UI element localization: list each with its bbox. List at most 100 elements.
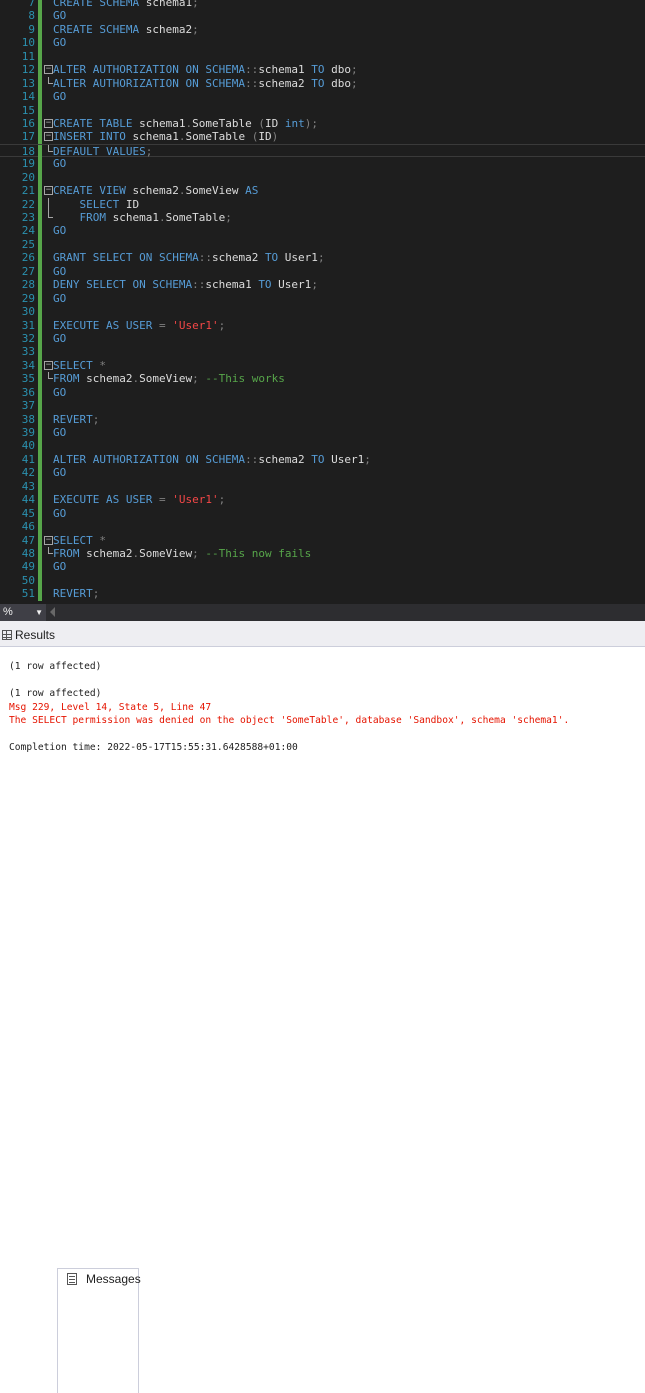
code-line[interactable]: 43	[0, 479, 645, 494]
collapse-icon[interactable]: −	[44, 65, 53, 75]
code-text[interactable]: ALTER AUTHORIZATION ON SCHEMA::schema1 T…	[53, 63, 358, 76]
code-text[interactable]: GO	[53, 426, 66, 439]
collapse-icon[interactable]: −	[44, 535, 53, 545]
code-line[interactable]: 32 GO	[0, 331, 645, 346]
code-line[interactable]: 29 GO	[0, 291, 645, 306]
results-tab-strip: Results Messages	[0, 621, 645, 1393]
code-line[interactable]: 7 CREATE SCHEMA schema1;	[0, 0, 645, 10]
code-line[interactable]: 45 GO	[0, 506, 645, 521]
code-text[interactable]: FROM schema2.SomeView; --This now fails	[53, 547, 311, 560]
code-line[interactable]: 40	[0, 439, 645, 453]
line-number: 40	[21, 439, 35, 453]
code-line[interactable]: 41 ALTER AUTHORIZATION ON SCHEMA::schema2…	[0, 452, 645, 467]
code-line[interactable]: 12− ALTER AUTHORIZATION ON SCHEMA::schema…	[0, 63, 645, 77]
code-line[interactable]: 21− CREATE VIEW schema2.SomeView AS	[0, 184, 645, 198]
code-line[interactable]: 15	[0, 103, 645, 117]
code-text[interactable]: GO	[53, 386, 66, 399]
code-text[interactable]: CREATE SCHEMA schema2;	[53, 23, 199, 36]
code-text[interactable]: GO	[53, 292, 66, 305]
editor-lines[interactable]: 7 CREATE SCHEMA schema1; 8 GO 9 CREATE SCHEMA…	[0, 0, 645, 601]
code-line[interactable]: 22 SELECT ID	[0, 197, 645, 211]
code-line[interactable]: 44 EXECUTE AS USER = 'User1';	[0, 493, 645, 507]
code-text[interactable]: CREATE SCHEMA schema1;	[53, 0, 199, 9]
sql-editor[interactable]: 7 CREATE SCHEMA schema1; 8 GO 9 CREATE SCHEMA…	[0, 0, 645, 604]
code-text[interactable]: GO	[53, 9, 66, 22]
collapse-icon[interactable]: −	[44, 132, 53, 142]
collapse-icon[interactable]: −	[44, 360, 53, 370]
tab-results[interactable]: Results	[0, 625, 56, 647]
code-text[interactable]: INSERT INTO schema1.SomeTable (ID)	[53, 130, 278, 143]
line-number: 29	[21, 291, 35, 305]
code-text[interactable]: SELECT *	[53, 534, 106, 547]
code-text[interactable]: ALTER AUTHORIZATION ON SCHEMA::schema2 T…	[53, 77, 358, 90]
code-line[interactable]: 8 GO	[0, 9, 645, 23]
code-text[interactable]: ALTER AUTHORIZATION ON SCHEMA::schema2 T…	[53, 453, 371, 466]
code-text[interactable]: FROM schema2.SomeView; --This works	[53, 372, 285, 385]
line-number: 25	[21, 237, 35, 251]
code-text[interactable]: DEFAULT VALUES;	[53, 145, 152, 158]
code-text[interactable]: GO	[53, 90, 66, 103]
code-line[interactable]: 14 GO	[0, 90, 645, 104]
code-text[interactable]: FROM schema1.SomeTable;	[53, 211, 232, 224]
code-line[interactable]: 27 GO	[0, 264, 645, 279]
code-text[interactable]: GO	[53, 265, 66, 278]
code-text[interactable]: CREATE TABLE schema1.SomeTable (ID int);	[53, 117, 318, 130]
messages-pane[interactable]: (1 row affected) (1 row affected) Msg 22…	[0, 647, 645, 772]
code-text[interactable]: GO	[53, 36, 66, 49]
code-line[interactable]: 38 REVERT;	[0, 412, 645, 426]
code-line[interactable]: 37	[0, 399, 645, 413]
code-line[interactable]: 25	[0, 237, 645, 252]
code-text[interactable]: GO	[53, 466, 66, 479]
code-line[interactable]: 10 GO	[0, 36, 645, 50]
code-line[interactable]: 9 CREATE SCHEMA schema2;	[0, 22, 645, 37]
code-line[interactable]: 20	[0, 170, 645, 185]
code-line[interactable]: 50	[0, 573, 645, 588]
code-line[interactable]: 48 FROM schema2.SomeView; --This now fail…	[0, 546, 645, 561]
code-line[interactable]: 42 GO	[0, 466, 645, 480]
code-text[interactable]: CREATE VIEW schema2.SomeView AS	[53, 184, 258, 197]
code-text[interactable]: REVERT;	[53, 587, 99, 600]
code-text[interactable]: GO	[53, 507, 66, 520]
code-text[interactable]: GO	[53, 332, 66, 345]
code-text[interactable]: SELECT ID	[53, 198, 140, 211]
code-line[interactable]: 33	[0, 345, 645, 359]
code-line[interactable]: 34− SELECT *	[0, 358, 645, 373]
change-marker	[38, 130, 42, 144]
change-marker	[38, 520, 42, 534]
collapse-icon[interactable]: −	[44, 186, 53, 196]
code-line[interactable]: 36 GO	[0, 385, 645, 400]
code-line[interactable]: 51 REVERT;	[0, 587, 645, 601]
code-text[interactable]: REVERT;	[53, 413, 99, 426]
code-line[interactable]: 23 FROM schema1.SomeTable;	[0, 211, 645, 225]
code-line[interactable]: 31 EXECUTE AS USER = 'User1';	[0, 318, 645, 332]
code-text[interactable]: SELECT *	[53, 359, 106, 372]
code-text[interactable]: GRANT SELECT ON SCHEMA::schema2 TO User1…	[53, 251, 325, 264]
change-marker	[38, 36, 42, 50]
code-text[interactable]: EXECUTE AS USER = 'User1';	[53, 493, 225, 506]
code-line[interactable]: 24 GO	[0, 224, 645, 238]
code-line[interactable]: 46	[0, 520, 645, 534]
code-text[interactable]: GO	[53, 560, 66, 573]
code-line[interactable]: 28 DENY SELECT ON SCHEMA::schema1 TO User…	[0, 278, 645, 292]
code-line[interactable]: 11	[0, 49, 645, 64]
code-line[interactable]: 39 GO	[0, 426, 645, 440]
code-text[interactable]: EXECUTE AS USER = 'User1';	[53, 319, 225, 332]
code-line[interactable]: 49 GO	[0, 560, 645, 574]
code-line[interactable]: 26 GRANT SELECT ON SCHEMA::schema2 TO Use…	[0, 251, 645, 265]
scroll-left-icon[interactable]	[50, 607, 55, 617]
code-line[interactable]: 18 DEFAULT VALUES;	[0, 143, 645, 159]
code-line[interactable]: 30	[0, 305, 645, 319]
line-number: 51	[21, 587, 35, 601]
zoom-dropdown[interactable]: % ▼	[0, 604, 46, 621]
code-line[interactable]: 35 FROM schema2.SomeView; --This works	[0, 372, 645, 386]
code-line[interactable]: 13 ALTER AUTHORIZATION ON SCHEMA::schema2…	[0, 76, 645, 91]
collapse-icon[interactable]: −	[44, 118, 53, 128]
code-line[interactable]: 19 GO	[0, 157, 645, 171]
code-line[interactable]: 16− CREATE TABLE schema1.SomeTable (ID in…	[0, 116, 645, 131]
tab-messages[interactable]: Messages	[57, 1268, 141, 1393]
code-line[interactable]: 17− INSERT INTO schema1.SomeTable (ID)	[0, 130, 645, 144]
code-text[interactable]: DENY SELECT ON SCHEMA::schema1 TO User1;	[53, 278, 318, 291]
code-text[interactable]: GO	[53, 157, 66, 170]
code-text[interactable]: GO	[53, 224, 66, 237]
code-line[interactable]: 47− SELECT *	[0, 533, 645, 547]
